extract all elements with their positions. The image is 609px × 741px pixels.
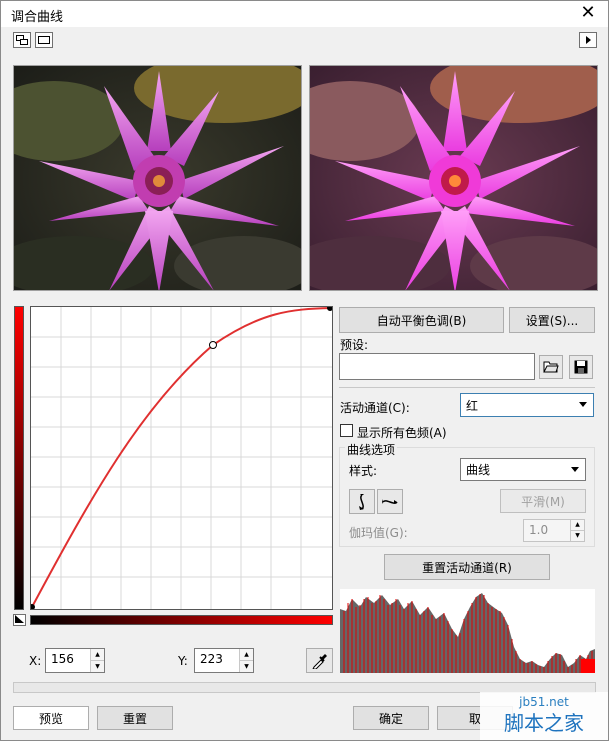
channel-value: 红 [466,398,479,413]
x-stepper[interactable]: 156 ▲ ▼ [45,648,105,673]
lotus-original-image [14,66,301,290]
curve-node-start[interactable] [29,604,35,610]
style-value: 曲线 [466,463,491,477]
curves-dialog: 调合曲线 ✕ 自动平衡色调(B) 设置(S)... 预设: 活动通道(C): 红… [0,0,609,741]
folder-open-icon [543,361,559,373]
x-label: X: [29,654,42,668]
curve-grid [31,307,332,609]
single-view-icon [38,36,50,44]
preset-input[interactable] [339,353,535,380]
spin-down-icon[interactable]: ▼ [239,660,253,672]
chevron-down-icon [579,402,587,407]
window-title: 调合曲线 [11,10,64,25]
curve-flip-horizontal-button[interactable] [377,489,403,514]
single-view-button[interactable] [35,32,53,48]
eyedropper-icon [311,653,327,669]
ok-button[interactable]: 确定 [353,706,429,730]
style-select[interactable]: 曲线 [460,458,586,481]
lotus-adjusted-image [310,66,597,290]
corner-triangle-icon [15,615,24,623]
curve-graph[interactable] [29,305,333,610]
separator [339,387,595,388]
input-gradient-ramp [30,615,333,625]
y-value: 223 [200,652,223,666]
histogram [340,589,595,673]
watermark-name: 脚本之家 [504,711,584,735]
curve-flip-vertical-button[interactable] [349,489,375,514]
eyedropper-button[interactable] [306,648,333,673]
gamma-label: 伽玛值(G): [349,526,408,540]
spin-up-icon[interactable]: ▲ [570,520,584,531]
spin-down-icon[interactable]: ▼ [570,530,584,541]
title-bar: 调合曲线 ✕ [1,1,608,27]
settings-button[interactable]: 设置(S)... [509,307,595,333]
reset-button[interactable]: 重置 [97,706,173,730]
auto-balance-button[interactable]: 自动平衡色调(B) [339,307,504,333]
smooth-button[interactable]: 平滑(M) [500,489,586,513]
split-view-icon [16,35,28,45]
split-view-button[interactable] [13,32,31,48]
curve-options-title: 曲线选项 [345,441,398,458]
original-preview [13,65,302,291]
channel-select[interactable]: 红 [460,393,594,417]
show-all-channels-checkbox[interactable] [340,424,353,437]
site-watermark: jb51.net 脚本之家 [480,692,608,740]
output-gradient-ramp [14,306,24,610]
gamma-value: 1.0 [529,523,549,537]
reset-channel-button[interactable]: 重置活动通道(R) [384,554,550,580]
spin-up-icon[interactable]: ▲ [239,649,253,661]
flip-curve-button[interactable] [13,614,26,626]
open-preset-button[interactable] [539,355,563,379]
x-value: 156 [51,652,74,666]
curve-node-end[interactable] [327,305,333,311]
histogram-graph [340,589,595,673]
flip-horizontal-icon [382,498,398,504]
watermark-graphic: jb51.net 脚本之家 [480,692,608,740]
expand-button[interactable] [579,32,597,48]
y-label: Y: [178,654,188,668]
curve-editor[interactable] [29,305,333,610]
preview-button[interactable]: 预览 [13,706,89,730]
gamma-stepper[interactable]: 1.0 ▲ ▼ [523,519,585,542]
save-preset-button[interactable] [569,355,593,379]
curve-node-selected[interactable] [209,341,217,349]
y-stepper[interactable]: 223 ▲ ▼ [194,648,254,673]
spin-up-icon[interactable]: ▲ [90,649,104,661]
adjusted-preview [309,65,598,291]
play-arrow-icon [586,36,591,44]
flip-vertical-icon [359,493,364,510]
close-button[interactable]: ✕ [576,2,600,24]
save-icon [574,360,588,374]
show-all-channels-label: 显示所有色频(A) [357,426,447,440]
chevron-down-icon [571,466,579,472]
channel-label: 活动通道(C): [340,401,410,415]
spin-down-icon[interactable]: ▼ [90,660,104,672]
watermark-site: jb51.net [518,695,569,709]
style-label: 样式: [349,464,378,478]
preset-label: 预设: [340,338,369,352]
